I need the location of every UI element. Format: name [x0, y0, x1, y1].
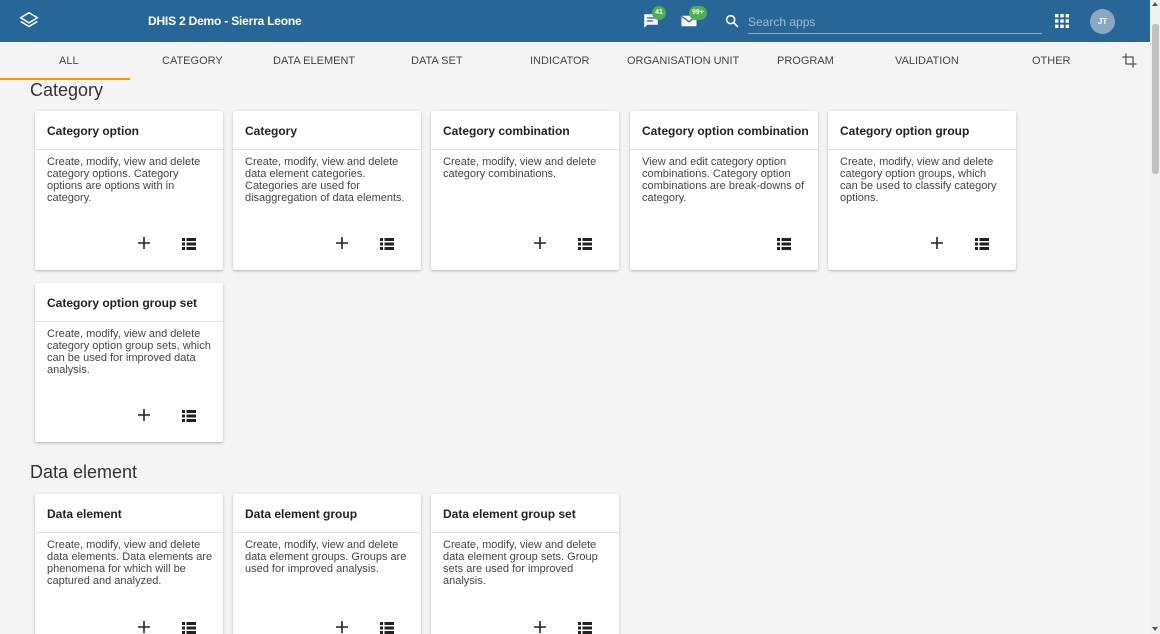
- messages-badge: 41: [652, 6, 666, 20]
- search-apps-input[interactable]: [748, 10, 1042, 34]
- maintenance-page: DHIS 2 Demo - Sierra Leone 41 99+ Search…: [0, 0, 1160, 634]
- tab-data-element[interactable]: DATA ELEMENT: [273, 42, 355, 80]
- list-icon[interactable]: [182, 622, 196, 634]
- add-icon[interactable]: [533, 620, 547, 634]
- card-description: Create, modify, view and delete data ele…: [443, 539, 598, 587]
- card-data-element-group-set: Data element group set Create, modify, v…: [431, 494, 619, 634]
- card-divider: [630, 149, 818, 150]
- list-icon[interactable]: [975, 238, 989, 250]
- tab-validation[interactable]: VALIDATION: [895, 42, 959, 80]
- card-divider: [35, 321, 223, 322]
- add-icon[interactable]: [137, 236, 151, 250]
- list-icon[interactable]: [182, 238, 196, 250]
- add-icon[interactable]: [930, 236, 944, 250]
- card-divider: [431, 149, 619, 150]
- search-icon[interactable]: [724, 13, 740, 29]
- card-divider: [431, 532, 619, 533]
- card-divider: [233, 149, 421, 150]
- card-category-option-combination: Category option combination View and edi…: [630, 111, 818, 270]
- user-avatar[interactable]: JT: [1090, 9, 1115, 34]
- tab-indicator[interactable]: INDICATOR: [530, 42, 590, 80]
- card-divider: [35, 532, 223, 533]
- section-title-data-element: Data element: [30, 462, 138, 482]
- list-icon[interactable]: [380, 238, 394, 250]
- card-description: Create, modify, view and delete data ele…: [47, 539, 213, 587]
- card-data-element-group: Data element group Create, modify, view …: [233, 494, 421, 634]
- list-icon[interactable]: [777, 238, 791, 250]
- crop-icon[interactable]: [1121, 52, 1138, 69]
- app-title: DHIS 2 Demo - Sierra Leone: [148, 14, 302, 28]
- card-title: Data element group set: [443, 507, 576, 521]
- add-icon[interactable]: [137, 620, 151, 634]
- card-title: Data element group: [245, 507, 358, 521]
- card-category-combination: Category combination Create, modify, vie…: [431, 111, 619, 270]
- add-icon[interactable]: [335, 236, 349, 250]
- page-scrollbar[interactable]: [1150, 0, 1160, 634]
- tab-organisation-unit[interactable]: ORGANISATION UNIT: [627, 42, 739, 80]
- add-icon[interactable]: [335, 620, 349, 634]
- scroll-down-arrow-icon[interactable]: [1152, 627, 1158, 631]
- card-category-option-group: Category option group Create, modify, vi…: [828, 111, 1016, 270]
- tab-bar: ALL CATEGORY DATA ELEMENT DATA SET INDIC…: [0, 42, 1150, 80]
- card-description: Create, modify, view and delete data ele…: [245, 539, 407, 575]
- card-title: Category combination: [443, 124, 570, 138]
- dhis2-logo-icon[interactable]: [18, 10, 40, 32]
- card-data-element: Data element Create, modify, view and de…: [35, 494, 223, 634]
- tab-other[interactable]: OTHER: [1032, 42, 1071, 80]
- tab-program[interactable]: PROGRAM: [777, 42, 834, 80]
- messages-button[interactable]: 41: [642, 6, 668, 32]
- tab-category[interactable]: CATEGORY: [162, 42, 223, 80]
- card-divider: [828, 149, 1016, 150]
- card-title: Category option group set: [47, 296, 197, 310]
- scroll-up-arrow-icon[interactable]: [1152, 2, 1158, 6]
- apps-grid-icon[interactable]: [1055, 14, 1069, 28]
- list-icon[interactable]: [380, 622, 394, 634]
- section-title-category: Category: [30, 80, 104, 100]
- header-bar: DHIS 2 Demo - Sierra Leone 41 99+ Search…: [0, 0, 1150, 42]
- list-icon[interactable]: [578, 622, 592, 634]
- card-title: Category: [245, 124, 298, 138]
- interpretations-button[interactable]: 99+: [680, 6, 707, 32]
- tab-all[interactable]: ALL: [59, 42, 79, 80]
- card-divider: [35, 149, 223, 150]
- list-icon[interactable]: [578, 238, 592, 250]
- card-category-option-group-set: Category option group set Create, modify…: [35, 283, 223, 442]
- add-icon[interactable]: [533, 236, 547, 250]
- card-title: Category option group: [840, 124, 970, 138]
- card-category-option: Category option Create, modify, view and…: [35, 111, 223, 270]
- list-icon[interactable]: [182, 410, 196, 422]
- card-description: Create, modify, view and delete category…: [443, 156, 597, 180]
- interpretations-badge: 99+: [689, 6, 707, 20]
- card-title: Category option: [47, 124, 139, 138]
- scrollbar-thumb[interactable]: [1152, 24, 1159, 174]
- card-divider: [233, 532, 421, 533]
- card-title: Category option combination: [642, 124, 809, 138]
- tab-data-set[interactable]: DATA SET: [411, 42, 463, 80]
- card-description: Create, modify, view and delete category…: [47, 156, 201, 204]
- card-description: View and edit category option combinatio…: [642, 156, 805, 204]
- card-category: Category Create, modify, view and delete…: [233, 111, 421, 270]
- add-icon[interactable]: [137, 408, 151, 422]
- card-description: Create, modify, view and delete category…: [47, 328, 211, 376]
- card-description: Create, modify, view and delete category…: [840, 156, 997, 204]
- card-title: Data element: [47, 507, 122, 521]
- card-description: Create, modify, view and delete data ele…: [245, 156, 405, 204]
